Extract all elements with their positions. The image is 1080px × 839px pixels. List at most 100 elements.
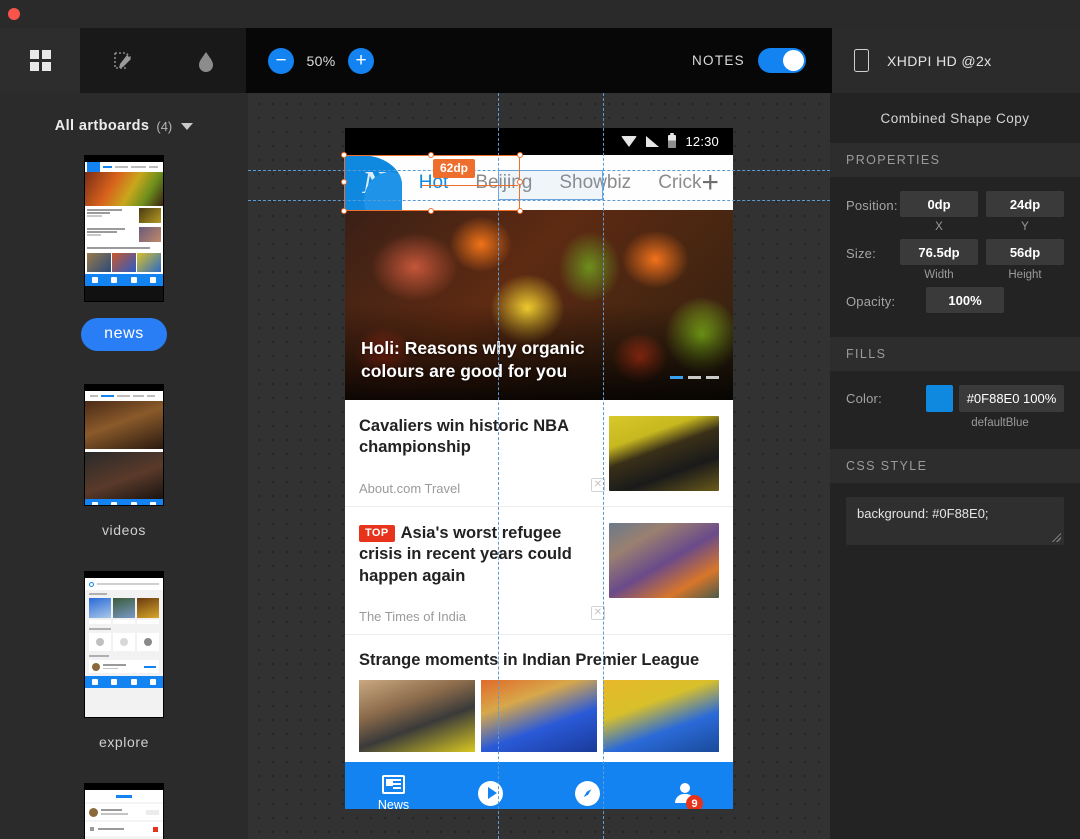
- sidebar-artboard-explore[interactable]: explore: [0, 572, 248, 750]
- selection-handle[interactable]: [428, 152, 434, 158]
- position-fields: 0dp X 24dp Y: [900, 191, 1064, 233]
- thumb-video-second: [85, 452, 163, 499]
- main-toolbar: − 50% + NOTES XHDPI HD @2x: [0, 28, 1080, 93]
- zoom-out-button[interactable]: −: [268, 47, 294, 74]
- artboard-thumbnail[interactable]: [85, 572, 163, 717]
- app-window: − 50% + NOTES XHDPI HD @2x All artboards…: [0, 0, 1080, 839]
- properties-body: Position: 0dp X 24dp Y Size: 76.5dp Widt…: [830, 177, 1080, 325]
- color-swatch[interactable]: [926, 385, 953, 412]
- pager-dot[interactable]: [706, 376, 719, 379]
- compass-icon: [575, 780, 600, 806]
- opacity-fields: 100%: [926, 287, 1004, 313]
- notes-toggle[interactable]: [758, 48, 806, 73]
- window-title-bar: [0, 0, 1080, 28]
- resize-grip-icon[interactable]: [1052, 533, 1061, 542]
- play-icon: [478, 780, 503, 806]
- position-x-field[interactable]: 0dp: [900, 191, 978, 217]
- wifi-icon: [621, 136, 638, 147]
- sidebar-artboard-profile[interactable]: [0, 784, 248, 839]
- properties-inspector: Combined Shape Copy PROPERTIES Position:…: [830, 93, 1080, 839]
- size-row: Size: 76.5dp Width 56dp Height: [846, 239, 1064, 281]
- opacity-field[interactable]: 100%: [926, 287, 1004, 313]
- design-canvas[interactable]: 12:30 N Hot Beijing Showbiz Crick + Holi…: [248, 93, 830, 839]
- selection-handle[interactable]: [517, 152, 523, 158]
- card-source: About.com Travel: [359, 480, 461, 496]
- section-fills: FILLS: [830, 337, 1080, 371]
- nav-news-label: News: [377, 797, 410, 809]
- device-density-selector[interactable]: XHDPI HD @2x: [832, 28, 1080, 93]
- size-fields: 76.5dp Width 56dp Height: [900, 239, 1064, 281]
- selection-box[interactable]: [341, 152, 523, 214]
- css-code-box[interactable]: background: #0F88E0;: [846, 497, 1064, 545]
- zoom-in-button[interactable]: +: [348, 47, 374, 74]
- nav-news[interactable]: News: [345, 774, 442, 809]
- nav-profile[interactable]: 9: [636, 783, 733, 809]
- sidebar-artboard-news[interactable]: news: [0, 156, 248, 351]
- position-row: Position: 0dp X 24dp Y: [846, 191, 1064, 233]
- gallery-photo[interactable]: [603, 680, 719, 753]
- tab-cricket[interactable]: Crick: [658, 172, 701, 194]
- section-title: Strange moments in Indian Premier League: [359, 651, 700, 670]
- artboard-thumbnail[interactable]: [85, 784, 163, 839]
- card-thumbnail[interactable]: [609, 416, 719, 491]
- thumb-settings-row: [85, 822, 163, 836]
- close-window-button[interactable]: [8, 8, 20, 20]
- grid-view-button[interactable]: [0, 28, 80, 93]
- artboard-thumbnail[interactable]: [85, 156, 163, 301]
- compass-needle: [581, 787, 594, 800]
- color-label: Color:: [846, 391, 882, 406]
- color-value[interactable]: #0F88E0 100%: [959, 385, 1064, 412]
- hero-title: Holi: Reasons why organic colours are go…: [361, 337, 585, 381]
- status-badge: TOP: [359, 524, 395, 543]
- hero-article[interactable]: Holi: Reasons why organic colours are go…: [345, 210, 733, 400]
- card-thumbnail[interactable]: [609, 522, 719, 598]
- color-droplet-icon: [198, 51, 213, 72]
- color-name: defaultBlue: [971, 417, 1029, 429]
- density-label: XHDPI HD @2x: [887, 52, 992, 69]
- selection-handle[interactable]: [341, 208, 347, 214]
- sidebar-artboard-videos[interactable]: videos: [0, 385, 248, 538]
- layer-name: Combined Shape Copy: [880, 110, 1030, 126]
- table-row[interactable]: Cavaliers win historic NBA championship …: [345, 400, 733, 507]
- color-row: Color: #0F88E0 100%: [846, 385, 1064, 412]
- measure-guide-horizontal: [248, 200, 830, 201]
- artboard-thumbnail[interactable]: [85, 385, 163, 505]
- gallery-photo[interactable]: [359, 680, 475, 753]
- nav-explore[interactable]: [539, 780, 636, 806]
- artboards-sidebar[interactable]: All artboards (4) news videos explore: [0, 93, 248, 839]
- hero-pager-dots[interactable]: [670, 376, 719, 379]
- notes-label: NOTES: [691, 53, 745, 68]
- card-title: Cavaliers win historic NBA championship: [359, 417, 569, 457]
- artboard-label-explore: explore: [98, 734, 150, 750]
- search-icon: [89, 581, 94, 587]
- chevron-down-icon[interactable]: [181, 122, 194, 130]
- thumb-bottom-nav: [85, 273, 163, 286]
- selection-handle[interactable]: [517, 179, 523, 185]
- main-artboard[interactable]: 12:30 N Hot Beijing Showbiz Crick + Holi…: [345, 128, 733, 809]
- width-label: Width: [924, 269, 954, 281]
- selection-handle[interactable]: [517, 208, 523, 214]
- table-row[interactable]: TOP Asia's worst refugee crisis in recent…: [345, 507, 733, 636]
- artboards-header[interactable]: All artboards (4): [0, 93, 248, 134]
- selection-handle[interactable]: [341, 152, 347, 158]
- pager-dot[interactable]: [688, 376, 701, 379]
- selection-handle[interactable]: [428, 208, 434, 214]
- photo-gallery: [345, 680, 733, 762]
- card-title: TOP Asia's worst refugee crisis in recent…: [359, 523, 597, 587]
- news-icon: [382, 774, 405, 794]
- section-properties: PROPERTIES: [830, 143, 1080, 177]
- grid-icon: [29, 50, 51, 71]
- thumb-search-bar: [85, 578, 163, 590]
- color-droplet-button[interactable]: [196, 49, 216, 73]
- selection-handle[interactable]: [341, 179, 347, 185]
- add-tab-button[interactable]: +: [701, 167, 733, 198]
- position-y-field[interactable]: 24dp: [986, 191, 1064, 217]
- pager-dot[interactable]: [670, 376, 683, 379]
- edit-note-button[interactable]: [111, 49, 135, 73]
- height-field[interactable]: 56dp: [986, 239, 1064, 265]
- nav-videos[interactable]: [442, 780, 539, 806]
- css-code-text: background: #0F88E0;: [857, 506, 989, 521]
- width-field[interactable]: 76.5dp: [900, 239, 978, 265]
- thumb-topics: [85, 590, 163, 676]
- height-label: Height: [1008, 269, 1042, 281]
